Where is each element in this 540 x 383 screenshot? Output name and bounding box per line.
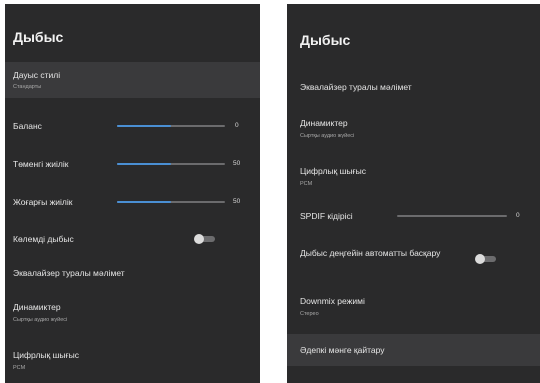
auto-volume-toggle[interactable] xyxy=(475,254,497,264)
setting-value: PCM xyxy=(13,365,26,371)
setting-surround-sound[interactable]: Көлемді дыбыс xyxy=(5,228,260,250)
setting-equalizer-info[interactable]: Эквалайзер туралы мәлімет xyxy=(287,76,540,98)
slider-fill xyxy=(117,125,171,127)
reset-to-default-button[interactable]: Әдепкі мәнге қайтару xyxy=(287,334,540,366)
setting-balance[interactable]: Баланс 0 xyxy=(5,116,260,136)
setting-label: Динамиктер xyxy=(13,302,61,312)
slider-fill xyxy=(117,163,171,165)
setting-value: Сыртқы аудио жүйесі xyxy=(13,317,68,323)
setting-label: Цифрлық шығыс xyxy=(300,166,367,176)
setting-sound-style[interactable]: Дауыс стилі Стандарты xyxy=(5,62,260,98)
setting-value: Стандарты xyxy=(13,84,42,90)
setting-spdif-delay[interactable]: SPDIF кідірісі 0 xyxy=(287,206,540,226)
setting-label: Әдепкі мәнге қайтару xyxy=(300,345,385,355)
setting-label: Төменгі жиілік xyxy=(13,159,69,169)
slider-value: 0 xyxy=(516,212,520,219)
slider-fill xyxy=(117,201,171,203)
page-title: Дыбыс xyxy=(13,29,64,45)
setting-label: Эквалайзер туралы мәлімет xyxy=(300,82,412,92)
slider-value: 50 xyxy=(233,198,241,205)
setting-label: Эквалайзер туралы мәлімет xyxy=(13,268,125,278)
setting-label: Downmix режимі xyxy=(300,296,365,306)
page-title: Дыбыс xyxy=(300,32,351,48)
setting-label: Дыбыс деңгейін автоматты басқару xyxy=(300,248,441,258)
setting-downmix-mode[interactable]: Downmix режимі Стерео xyxy=(287,290,540,326)
sound-settings-panel-right: Дыбыс Эквалайзер туралы мәлімет Динамикт… xyxy=(287,4,540,383)
setting-label: SPDIF кідірісі xyxy=(300,211,353,221)
setting-label: Баланс xyxy=(13,121,42,131)
surround-toggle[interactable] xyxy=(194,234,216,244)
treble-slider[interactable] xyxy=(117,201,225,203)
setting-digital-output[interactable]: Цифрлық шығыс PCM xyxy=(287,160,540,196)
setting-speakers[interactable]: Динамиктер Сыртқы аудио жүйесі xyxy=(287,112,540,148)
setting-digital-output[interactable]: Цифрлық шығыс PCM xyxy=(5,344,260,380)
setting-equalizer-info[interactable]: Эквалайзер туралы мәлімет xyxy=(5,262,260,284)
setting-value: Сыртқы аудио жүйесі xyxy=(300,133,355,139)
slider-value: 50 xyxy=(233,160,241,167)
setting-label: Динамиктер xyxy=(300,118,348,128)
setting-label: Жоғарғы жиілік xyxy=(13,197,73,207)
spdif-delay-slider[interactable] xyxy=(397,215,507,217)
setting-value: PCM xyxy=(300,181,313,187)
slider-value: 0 xyxy=(235,122,239,129)
balance-slider[interactable] xyxy=(117,125,225,127)
setting-treble[interactable]: Жоғарғы жиілік 50 xyxy=(5,192,260,212)
sound-settings-panel-left: Дыбыс Дауыс стилі Стандарты Баланс 0 Төм… xyxy=(5,4,260,383)
setting-label: Дауыс стилі xyxy=(13,70,61,80)
setting-label: Цифрлық шығыс xyxy=(13,350,80,360)
setting-auto-volume-control[interactable]: Дыбыс деңгейін автоматты басқару xyxy=(287,242,540,278)
setting-speakers[interactable]: Динамиктер Сыртқы аудио жүйесі xyxy=(5,296,260,332)
setting-value: Стерео xyxy=(300,311,319,317)
setting-bass[interactable]: Төменгі жиілік 50 xyxy=(5,154,260,174)
setting-label: Көлемді дыбыс xyxy=(13,234,74,244)
bass-slider[interactable] xyxy=(117,163,225,165)
